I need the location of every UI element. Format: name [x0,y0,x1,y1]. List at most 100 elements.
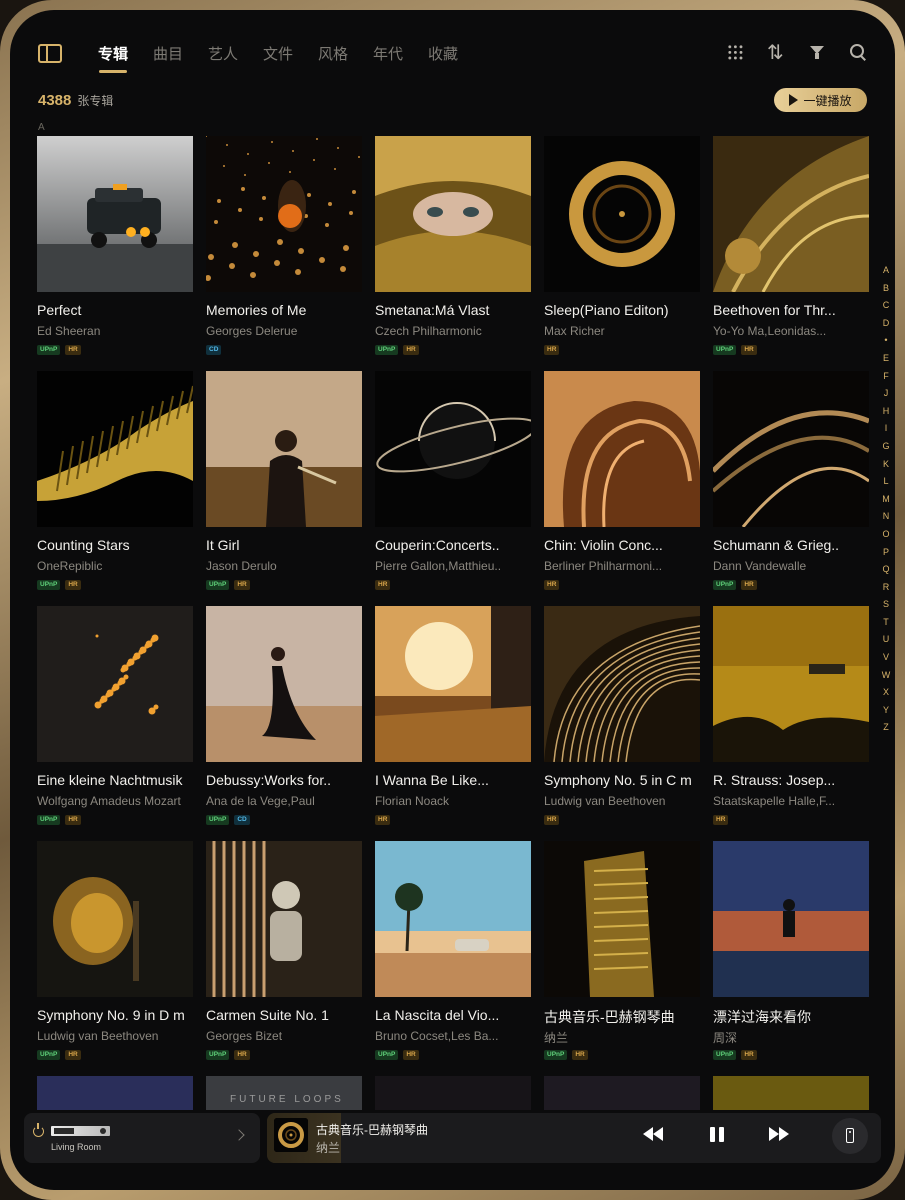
alphabet-letter[interactable]: E [880,350,892,368]
album-card[interactable]: Memories of Me Georges Delerue CD [206,136,362,361]
album-title: Sleep(Piano Editon) [544,302,669,318]
alphabet-letter[interactable]: D [880,315,892,333]
album-card[interactable]: Chin: Violin Conc... Berliner Philharmon… [544,371,700,596]
alphabet-letter[interactable]: U [880,631,892,649]
alphabet-letter[interactable]: J [880,385,892,403]
alphabet-letter[interactable]: • [880,332,892,350]
alphabet-letter[interactable]: C [880,297,892,315]
album-card[interactable]: R. Strauss: Josep... Staatskapelle Halle… [713,606,869,831]
quality-badges: HR [713,815,729,825]
album-cover[interactable] [713,136,869,292]
alphabet-letter[interactable]: R [880,579,892,597]
device-frame: 专辑曲目艺人文件风格年代收藏 4388 张专辑 一键播放 A Perfect E… [0,0,905,1200]
album-card[interactable]: Symphony No. 9 in D m Ludwig van Beethov… [37,841,193,1066]
album-cover[interactable] [544,371,700,527]
album-card[interactable]: Couperin:Concerts.. Pierre Gallon,Matthi… [375,371,531,596]
album-cover[interactable] [206,606,362,762]
remote-button[interactable] [832,1118,868,1154]
alphabet-letter[interactable]: G [880,438,892,456]
rewind-icon[interactable] [643,1127,665,1143]
album-cover[interactable] [37,136,193,292]
alphabet-letter[interactable]: M [880,491,892,509]
album-artist: Georges Delerue [206,324,298,338]
badge-hr: HR [741,1050,757,1060]
chevron-right-icon[interactable] [233,1129,245,1141]
album-card[interactable]: Perfect Ed Sheeran UPnP HR [37,136,193,361]
sidebar-toggle-icon[interactable] [38,44,62,63]
tab-4[interactable]: 风格 [318,43,373,64]
album-card[interactable]: Debussy:Works for.. Ana de la Vege,Paul … [206,606,362,831]
album-card[interactable]: Counting Stars OneRepiblic UPnP HR [37,371,193,596]
search-icon[interactable] [850,44,867,61]
tab-0[interactable]: 专辑 [98,43,153,73]
album-cover[interactable] [713,606,869,762]
tab-6[interactable]: 收藏 [428,43,483,64]
album-cover[interactable] [206,841,362,997]
alphabet-letter[interactable]: S [880,596,892,614]
album-cover[interactable] [544,606,700,762]
album-card[interactable]: 漂洋过海来看你 周深 UPnP HR [713,841,869,1066]
room-selector[interactable]: Living Room [24,1113,260,1163]
alphabet-letter[interactable]: K [880,456,892,474]
alphabet-letter[interactable]: Z [880,719,892,737]
alphabet-letter[interactable]: F [880,368,892,386]
album-card[interactable]: Eine kleine Nachtmusik Wolfgang Amadeus … [37,606,193,831]
album-cover[interactable] [37,606,193,762]
album-cover[interactable] [206,136,362,292]
album-cover-partial[interactable]: FUTURE LOOPS [206,1076,362,1110]
tab-3[interactable]: 文件 [263,43,318,64]
album-card[interactable]: Beethoven for Thr... Yo-Yo Ma,Leonidas..… [713,136,869,361]
album-card[interactable]: Sleep(Piano Editon) Max Richer HR [544,136,700,361]
album-artist: 周深 [713,1031,738,1045]
alphabet-letter[interactable]: O [880,526,892,544]
quality-badges: UPnP HR [37,815,81,825]
now-playing[interactable]: 古典音乐-巴赫钢琴曲 纳兰 [267,1113,881,1163]
album-card[interactable]: Symphony No. 5 in C m Ludwig van Beethov… [544,606,700,831]
album-cover-partial[interactable] [713,1076,869,1110]
alphabet-letter[interactable]: W [880,667,892,685]
album-cover[interactable] [37,841,193,997]
album-cover[interactable] [375,841,531,997]
alphabet-letter[interactable]: Q [880,561,892,579]
alphabet-letter[interactable]: V [880,649,892,667]
alphabet-letter[interactable]: P [880,544,892,562]
alphabet-letter[interactable]: X [880,684,892,702]
pause-icon[interactable] [710,1127,724,1143]
album-cover[interactable] [713,841,869,997]
album-card[interactable]: 古典音乐-巴赫钢琴曲 纳兰 UPnP HR [544,841,700,1066]
album-cover[interactable] [37,371,193,527]
alphabet-letter[interactable]: I [880,420,892,438]
album-card[interactable]: Smetana:Má Vlast Czech Philharmonic UPnP… [375,136,531,361]
album-cover[interactable] [375,371,531,527]
album-card[interactable]: It Girl Jason Derulo UPnP HR [206,371,362,596]
play-all-button[interactable]: 一键播放 [774,88,867,112]
power-icon[interactable] [33,1123,44,1137]
grid-view-icon[interactable] [727,44,744,61]
fast-forward-icon[interactable] [769,1127,791,1143]
album-card[interactable]: I Wanna Be Like... Florian Noack HR [375,606,531,831]
alphabet-letter[interactable]: L [880,473,892,491]
filter-icon[interactable] [809,44,826,61]
alphabet-letter[interactable]: T [880,614,892,632]
alphabet-letter[interactable]: N [880,508,892,526]
tab-2[interactable]: 艺人 [208,43,263,64]
alphabet-letter[interactable]: Y [880,702,892,720]
alphabet-letter[interactable]: H [880,403,892,421]
album-cover[interactable] [206,371,362,527]
album-cover-partial[interactable] [37,1076,193,1110]
alphabet-letter[interactable]: B [880,280,892,298]
album-cover-partial[interactable] [375,1076,531,1110]
album-cover[interactable] [544,136,700,292]
album-cover[interactable] [713,371,869,527]
album-cover[interactable] [375,136,531,292]
alphabet-letter[interactable]: A [880,262,892,280]
album-cover-partial[interactable] [544,1076,700,1110]
tab-1[interactable]: 曲目 [153,43,208,64]
sort-icon[interactable] [767,40,785,64]
album-cover[interactable] [544,841,700,997]
tab-5[interactable]: 年代 [373,43,428,64]
album-cover[interactable] [375,606,531,762]
album-card[interactable]: Schumann & Grieg.. Dann Vandewalle UPnP H… [713,371,869,596]
album-card[interactable]: Carmen Suite No. 1 Georges Bizet UPnP HR [206,841,362,1066]
album-card[interactable]: La Nascita del Vio... Bruno Cocset,Les B… [375,841,531,1066]
